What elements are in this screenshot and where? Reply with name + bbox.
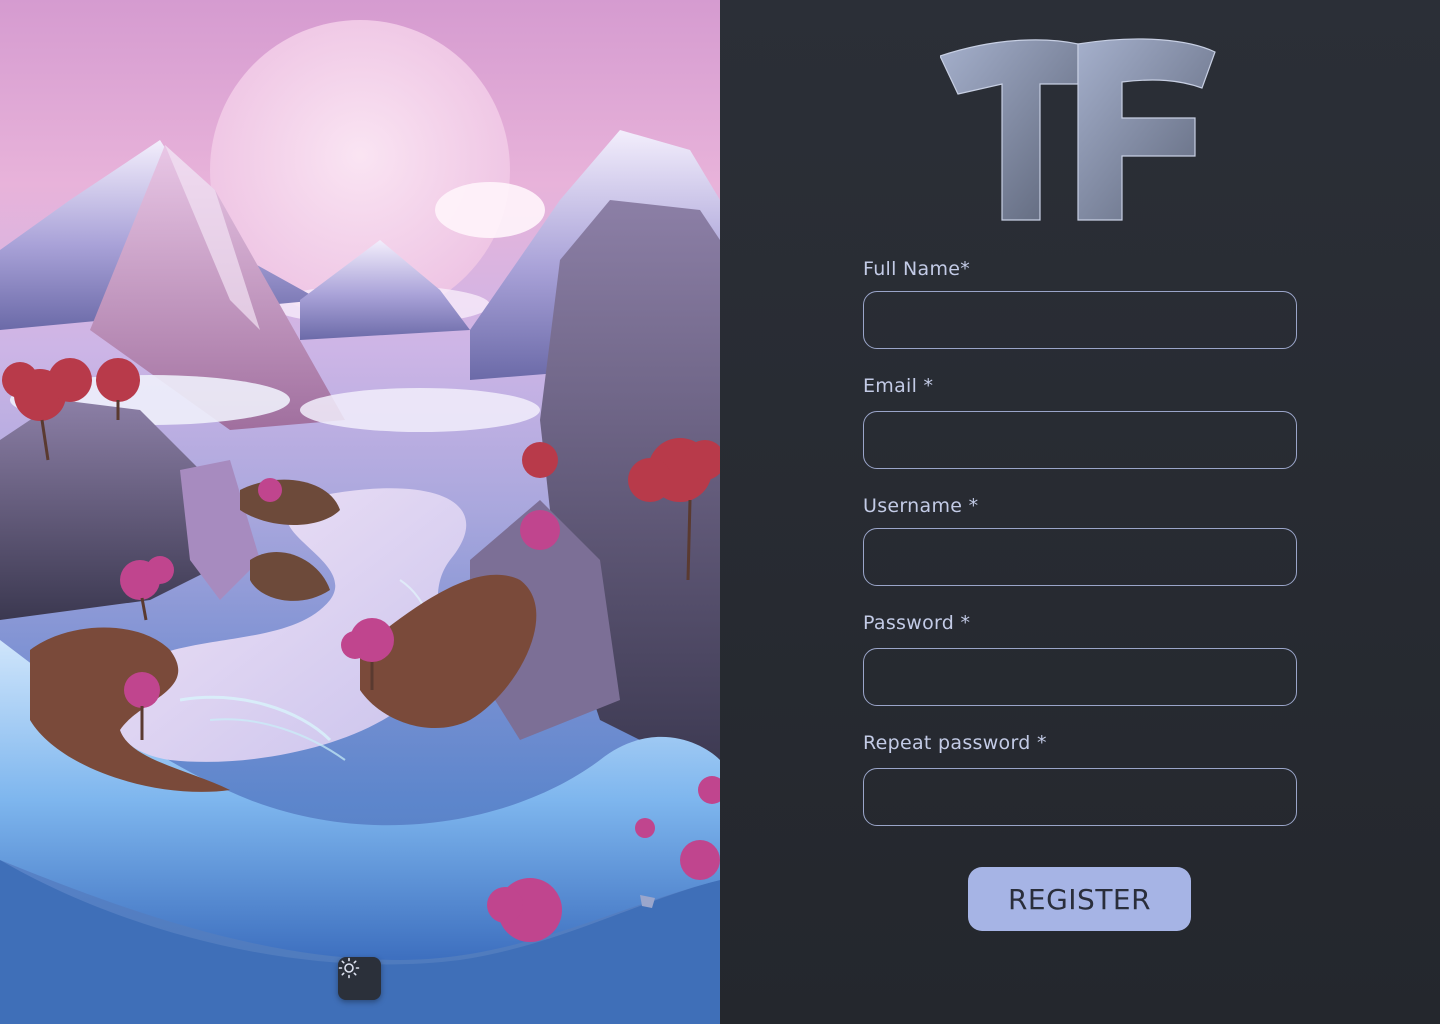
full-name-input[interactable] <box>863 291 1297 349</box>
email-label: Email * <box>863 375 934 397</box>
full-name-label: Full Name* <box>863 258 971 280</box>
register-button[interactable]: REGISTER <box>968 867 1191 931</box>
repeat-password-input[interactable] <box>863 768 1297 826</box>
password-input[interactable] <box>863 648 1297 706</box>
username-label: Username * <box>863 495 979 517</box>
tf-logo <box>940 38 1216 221</box>
landscape-illustration <box>0 0 720 1024</box>
repeat-password-label: Repeat password * <box>863 732 1047 754</box>
sun-icon <box>338 957 360 979</box>
email-input[interactable] <box>863 411 1297 469</box>
registration-panel: Full Name* Email * Username * Password *… <box>720 0 1440 1024</box>
username-input[interactable] <box>863 528 1297 586</box>
password-label: Password * <box>863 612 971 634</box>
theme-toggle-button[interactable] <box>338 957 381 1000</box>
landscape-artwork <box>0 20 720 1024</box>
